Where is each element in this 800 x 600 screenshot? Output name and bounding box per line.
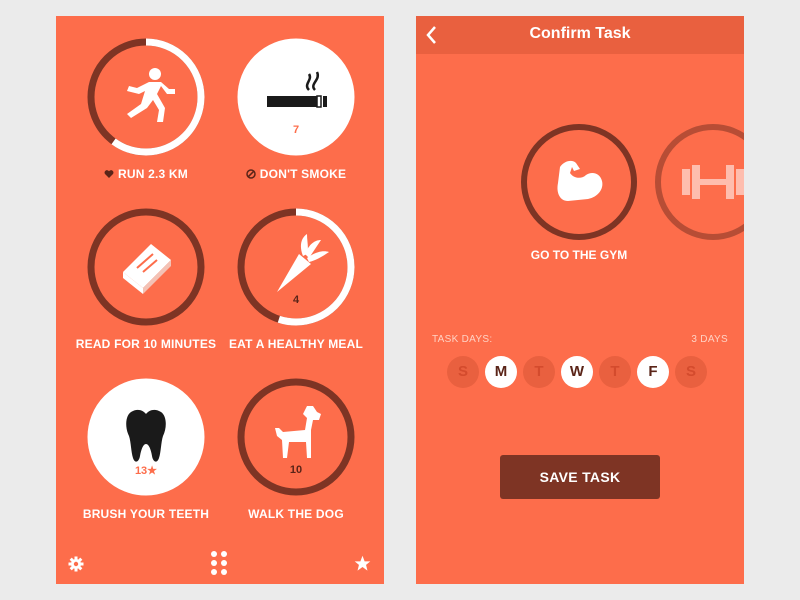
dumbbell-icon — [655, 124, 744, 240]
selected-task-ring[interactable] — [520, 123, 638, 241]
habit-tile-walk-dog[interactable]: 10 WALK THE DOG — [211, 378, 361, 548]
flexed-arm-icon — [521, 124, 637, 240]
confirm-task-screen: Confirm Task GO TO THE GYM TASK DAYS: 3 … — [416, 16, 744, 584]
heart-icon — [104, 170, 114, 178]
habit-progress-ring: 13★ — [87, 378, 205, 496]
habit-tile-eat-healthy[interactable]: 4 EAT A HEALTHY MEAL — [211, 208, 363, 378]
day-toggle-tuesday[interactable]: T — [523, 356, 555, 388]
star-icon[interactable] — [354, 555, 371, 572]
book-icon — [123, 244, 171, 294]
habit-count: 4 — [292, 294, 300, 306]
next-task-ring[interactable] — [654, 123, 744, 241]
habit-label: DON'T SMOKE — [211, 166, 381, 182]
page-title: Confirm Task — [529, 25, 631, 42]
habit-count: 10 — [289, 464, 303, 476]
carrot-icon — [277, 234, 329, 292]
dog-icon — [275, 406, 321, 458]
habit-label: READ FOR 10 MINUTES — [75, 337, 217, 351]
habit-progress-ring: 4 — [237, 208, 355, 326]
save-task-button[interactable]: SAVE TASK — [500, 455, 660, 499]
day-toggle-wednesday[interactable]: W — [561, 356, 593, 388]
gear-icon[interactable] — [68, 556, 84, 572]
cigarette-icon — [267, 71, 327, 108]
habit-count: 13★ — [134, 465, 158, 477]
habit-progress-ring — [87, 38, 205, 156]
day-toggle-monday[interactable]: M — [485, 356, 517, 388]
task-days-label: TASK DAYS: — [432, 334, 493, 345]
habit-tile-run[interactable]: RUN 2.3 KM — [61, 38, 211, 208]
tooth-icon — [126, 409, 166, 462]
day-toggle-thursday[interactable]: T — [599, 356, 631, 388]
no-icon — [246, 169, 256, 179]
day-toggle-saturday[interactable]: S — [675, 356, 707, 388]
habit-label: RUN 2.3 KM — [61, 166, 231, 182]
runner-icon — [127, 68, 175, 122]
top-navigation-bar: Confirm Task — [416, 16, 744, 54]
task-label: GO TO THE GYM — [530, 248, 628, 262]
habit-count: 7 — [292, 124, 300, 136]
day-toggle-sunday[interactable]: S — [447, 356, 479, 388]
habit-progress-ring: 7 — [237, 38, 355, 156]
days-count: 3 DAYS — [691, 334, 728, 345]
habit-progress-ring — [87, 208, 205, 326]
habit-label: WALK THE DOG — [248, 507, 344, 521]
habit-tile-read[interactable]: READ FOR 10 MINUTES — [61, 208, 216, 378]
habit-label: EAT A HEALTHY MEAL — [228, 337, 364, 351]
habit-progress-ring: 10 — [237, 378, 355, 496]
habit-tile-dont-smoke[interactable]: 7 DON'T SMOKE — [211, 38, 361, 208]
habit-list-screen: RUN 2.3 KM 7 DON'T SMOKE READ FOR 10 MIN… — [56, 16, 384, 584]
grid-dots-icon[interactable] — [210, 550, 230, 578]
habit-tile-brush-teeth[interactable]: 13★ BRUSH YOUR TEETH — [61, 378, 211, 548]
day-toggle-friday[interactable]: F — [637, 356, 669, 388]
habit-label: BRUSH YOUR TEETH — [82, 507, 210, 521]
